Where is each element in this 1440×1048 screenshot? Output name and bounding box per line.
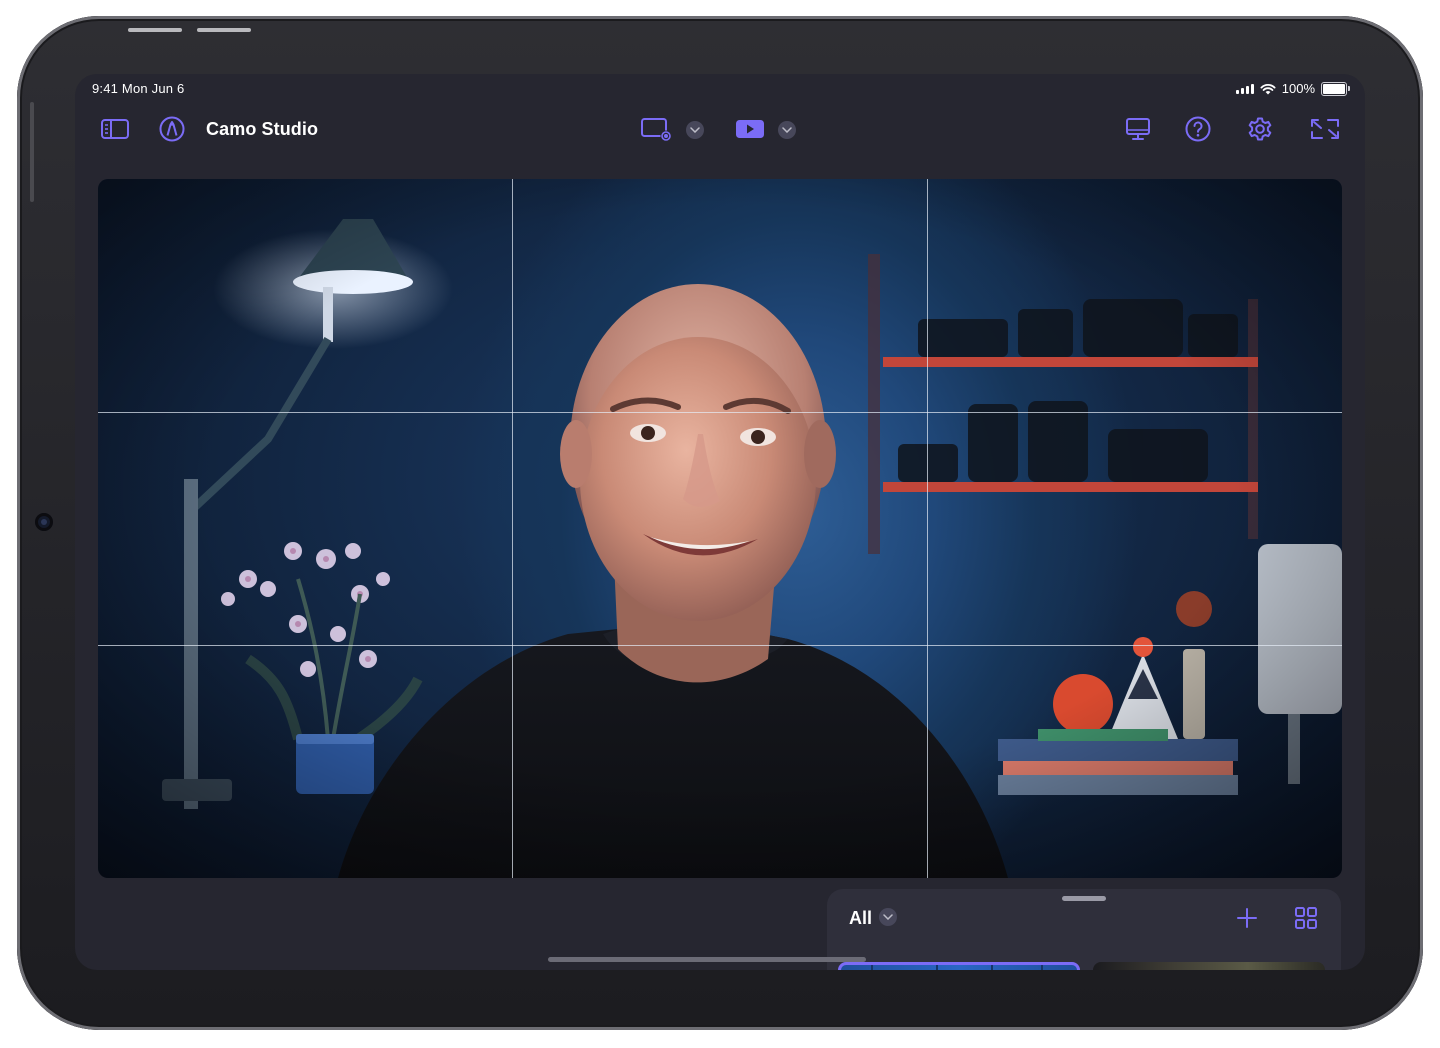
scene-thumbnail-selected[interactable] — [838, 962, 1080, 970]
status-time: 9:41 Mon Jun 6 — [92, 81, 184, 96]
app-title: Camo Studio — [206, 119, 319, 139]
camera-feed-image — [98, 179, 1342, 878]
panel-grabber-handle[interactable] — [1062, 896, 1106, 901]
toolbar: Camo Studio — [75, 102, 1365, 158]
scenes-panel: All — [827, 889, 1341, 970]
plus-icon — [1237, 908, 1257, 928]
battery-icon — [1321, 81, 1350, 96]
scene-filter-label[interactable]: All — [849, 908, 872, 929]
display-icon — [1126, 118, 1150, 140]
screen: 9:41 Mon Jun 6 100% Camo Studio All — [75, 74, 1365, 970]
overlays-button[interactable] — [155, 112, 189, 146]
front-camera — [35, 513, 53, 531]
settings-button[interactable] — [1243, 112, 1277, 146]
grid-line — [512, 179, 513, 878]
scene-thumbnail[interactable] — [1093, 962, 1325, 970]
camera-preview[interactable] — [98, 179, 1342, 878]
add-scene-button[interactable] — [1232, 903, 1262, 933]
top-button — [128, 28, 182, 32]
home-indicator — [548, 957, 866, 962]
chevron-down-icon — [883, 914, 893, 920]
fullscreen-icon — [1311, 119, 1339, 139]
pencil-tip-icon — [159, 116, 185, 142]
gear-icon — [1248, 117, 1272, 141]
cellular-signal-icon — [1235, 83, 1254, 94]
stream-options-dropdown[interactable] — [778, 121, 796, 139]
wifi-icon — [1260, 83, 1276, 94]
screen-record-icon — [641, 118, 672, 142]
chevron-down-icon — [782, 127, 792, 133]
grid-line — [98, 645, 1342, 646]
clock-time: 9:41 — [92, 81, 119, 96]
help-icon — [1185, 116, 1211, 142]
grid-view-icon — [1295, 907, 1317, 929]
record-options-dropdown[interactable] — [686, 121, 704, 139]
status-indicators: 100% — [1235, 81, 1350, 96]
fullscreen-button[interactable] — [1308, 112, 1342, 146]
display-button[interactable] — [1121, 112, 1155, 146]
side-button — [30, 102, 34, 202]
grid-view-button[interactable] — [1291, 903, 1321, 933]
sidebar-icon — [101, 119, 129, 139]
clock-date: Mon Jun 6 — [121, 81, 185, 96]
grid-line — [927, 179, 928, 878]
grid-line — [98, 412, 1342, 413]
scene-filter-dropdown[interactable] — [879, 908, 897, 926]
status-bar: 9:41 Mon Jun 6 100% — [75, 74, 1365, 102]
battery-percent: 100% — [1281, 81, 1315, 96]
video-play-icon — [736, 120, 764, 138]
stream-button[interactable] — [733, 112, 767, 146]
sidebar-toggle-button[interactable] — [98, 112, 132, 146]
top-button — [197, 28, 251, 32]
screen-record-button[interactable] — [639, 112, 673, 146]
chevron-down-icon — [690, 127, 700, 133]
help-button[interactable] — [1181, 112, 1215, 146]
